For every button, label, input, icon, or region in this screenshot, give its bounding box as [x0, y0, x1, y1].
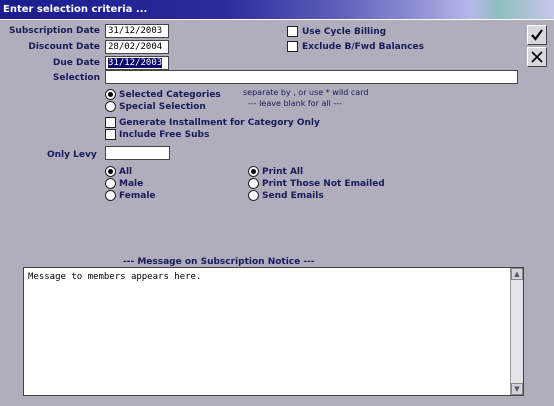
subscription-date-field[interactable]: 31/12/2003 [105, 24, 169, 38]
selection-label: Selection [52, 73, 100, 83]
due-date-field[interactable]: 31/12/2003 [105, 56, 169, 70]
selection-hint-blank: --- leave blank for all --- [248, 99, 342, 108]
gender-male-label: Male [119, 179, 144, 189]
dialog-body: Subscription Date 31/12/2003 Discount Da… [0, 19, 554, 406]
exclude-bfwd-checkbox[interactable] [287, 41, 298, 52]
use-cycle-billing-checkbox[interactable] [287, 26, 298, 37]
print-all-label: Print All [262, 167, 304, 177]
gender-male-radio[interactable] [105, 178, 116, 189]
scroll-up-icon[interactable]: ▲ [511, 268, 523, 280]
generate-installment-label: Generate Installment for Category Only [119, 118, 320, 128]
print-not-emailed-radio[interactable] [248, 178, 259, 189]
only-levy-field[interactable] [105, 146, 170, 160]
message-scrollbar[interactable]: ▲ ▼ [510, 268, 523, 395]
window-title: Enter selection criteria ... [0, 0, 554, 19]
print-not-emailed-label: Print Those Not Emailed [262, 179, 385, 189]
send-emails-radio[interactable] [248, 190, 259, 201]
due-date-value: 31/12/2003 [108, 58, 163, 68]
gender-all-label: All [119, 167, 133, 177]
message-heading: --- Message on Subscription Notice --- [123, 257, 315, 267]
checkmark-icon [531, 29, 543, 41]
only-levy-label: Only Levy [47, 150, 97, 160]
message-textarea[interactable]: Message to members appears here. ▲ ▼ [23, 267, 524, 396]
gender-female-radio[interactable] [105, 190, 116, 201]
generate-installment-checkbox[interactable] [105, 117, 116, 128]
discount-date-label: Discount Date [28, 42, 100, 52]
exclude-bfwd-label: Exclude B/Fwd Balances [302, 42, 424, 52]
cancel-button[interactable] [527, 47, 547, 67]
subscription-date-label: Subscription Date [8, 26, 100, 36]
use-cycle-billing-label: Use Cycle Billing [302, 27, 387, 37]
send-emails-label: Send Emails [262, 191, 324, 201]
message-text: Message to members appears here. [28, 272, 202, 282]
selected-categories-label: Selected Categories [119, 90, 221, 100]
print-all-radio[interactable] [248, 166, 259, 177]
selection-hint-wildcard: separate by , or use * wild card [243, 88, 369, 97]
gender-all-radio[interactable] [105, 166, 116, 177]
scroll-down-icon[interactable]: ▼ [511, 383, 523, 395]
due-date-label: Due Date [52, 58, 100, 68]
gender-female-label: Female [119, 191, 156, 201]
selected-categories-radio[interactable] [105, 89, 116, 100]
special-selection-label: Special Selection [119, 102, 206, 112]
close-icon [531, 51, 543, 63]
ok-button[interactable] [527, 25, 547, 45]
selection-field[interactable] [105, 70, 518, 84]
discount-date-field[interactable]: 28/02/2004 [105, 40, 169, 54]
special-selection-radio[interactable] [105, 101, 116, 112]
include-free-subs-checkbox[interactable] [105, 129, 116, 140]
include-free-subs-label: Include Free Subs [119, 130, 210, 140]
